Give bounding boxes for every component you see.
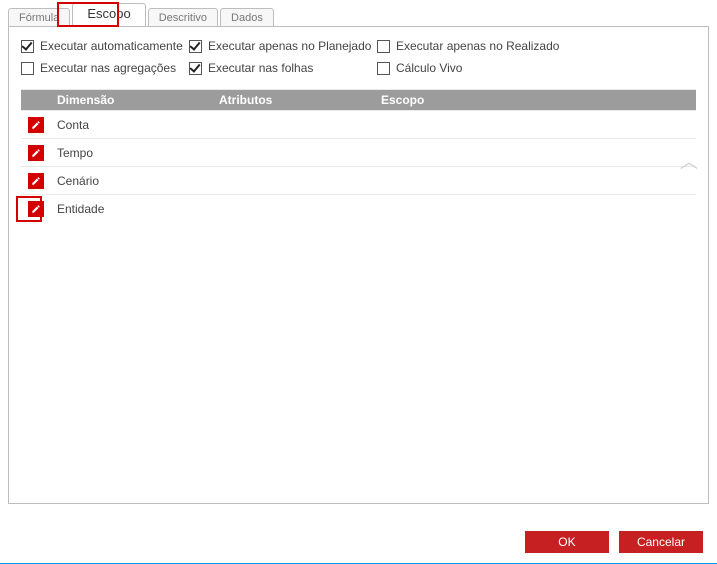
- edit-icon[interactable]: [28, 173, 44, 189]
- col-atributos-header: Atributos: [213, 93, 375, 107]
- grid-body: Conta Tempo: [21, 110, 696, 222]
- checkbox-exec-folhas[interactable]: [189, 62, 202, 75]
- edit-icon[interactable]: [28, 145, 44, 161]
- label-calc-vivo: Cálculo Vivo: [396, 61, 462, 75]
- dimension-grid: Dimensão Atributos Escopo Conta: [21, 89, 696, 222]
- tab-escopo[interactable]: Escopo: [72, 3, 145, 26]
- check-row-1: Executar automaticamente Executar apenas…: [9, 35, 708, 57]
- cell-dimensao: Cenário: [51, 174, 213, 188]
- scroll-up-icon[interactable]: ︿: [680, 148, 696, 174]
- table-row[interactable]: Cenário: [21, 166, 696, 194]
- label-exec-realizado: Executar apenas no Realizado: [396, 39, 559, 53]
- tab-strip: Fórmula Escopo Descritivo Dados: [0, 2, 717, 26]
- cancel-button[interactable]: Cancelar: [619, 531, 703, 553]
- checkbox-exec-realizado[interactable]: [377, 40, 390, 53]
- label-exec-planejado: Executar apenas no Planejado: [208, 39, 371, 53]
- checkbox-exec-agregacoes[interactable]: [21, 62, 34, 75]
- cell-dimensao: Entidade: [51, 202, 213, 216]
- escopo-panel: Executar automaticamente Executar apenas…: [8, 26, 709, 504]
- checkbox-exec-planejado[interactable]: [189, 40, 202, 53]
- checkbox-exec-auto[interactable]: [21, 40, 34, 53]
- tab-dados[interactable]: Dados: [220, 8, 274, 27]
- grid-header: Dimensão Atributos Escopo: [21, 90, 696, 110]
- table-row[interactable]: Conta: [21, 110, 696, 138]
- tab-descritivo[interactable]: Descritivo: [148, 8, 218, 27]
- col-escopo-header: Escopo: [375, 93, 696, 107]
- label-exec-folhas: Executar nas folhas: [208, 61, 313, 75]
- table-row[interactable]: Tempo: [21, 138, 696, 166]
- edit-icon[interactable]: [28, 117, 44, 133]
- check-row-2: Executar nas agregações Executar nas fol…: [9, 57, 708, 79]
- label-exec-auto: Executar automaticamente: [40, 39, 183, 53]
- cell-dimensao: Tempo: [51, 146, 213, 160]
- ok-button[interactable]: OK: [525, 531, 609, 553]
- edit-icon[interactable]: [28, 201, 44, 217]
- table-row[interactable]: Entidade: [21, 194, 696, 222]
- cell-dimensao: Conta: [51, 118, 213, 132]
- col-dimensao-header: Dimensão: [51, 93, 213, 107]
- dialog-footer: OK Cancelar: [525, 531, 703, 553]
- tab-formula[interactable]: Fórmula: [8, 8, 70, 27]
- checkbox-calc-vivo[interactable]: [377, 62, 390, 75]
- label-exec-agregacoes: Executar nas agregações: [40, 61, 176, 75]
